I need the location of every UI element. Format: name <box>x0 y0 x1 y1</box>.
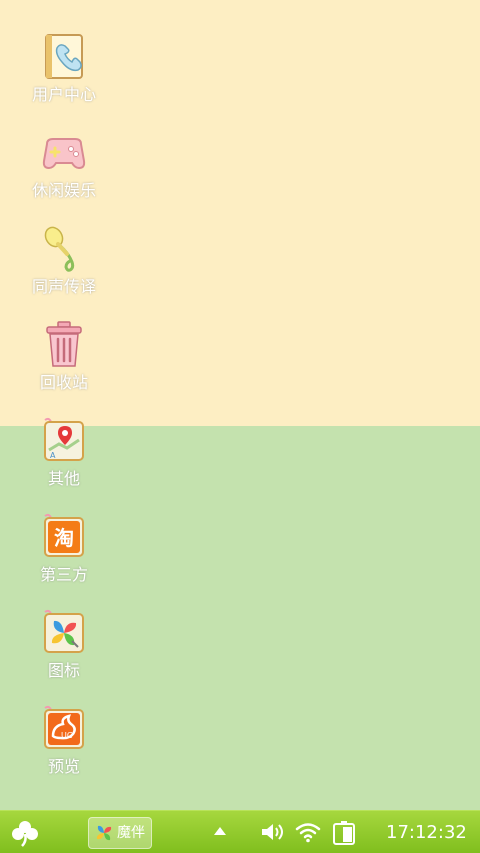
pinwheel-icon <box>96 825 112 841</box>
desktop-icon-label: 休闲娱乐 <box>31 181 96 200</box>
map-pin-icon: A <box>44 417 84 461</box>
desktop-icon-label: 第三方 <box>39 565 88 584</box>
svg-text:A: A <box>50 451 56 460</box>
desktop-icon-recycle-bin[interactable]: 回收站 <box>14 320 114 410</box>
desktop-icon-preview[interactable]: UC 预览 <box>14 704 114 794</box>
desktop: 用户中心 休闲娱乐 同声传译 回收站 A 其他 淘 第三方 图标 UC 预览 魔… <box>0 0 480 853</box>
desktop-icon-label: 其他 <box>47 469 80 488</box>
taskbar-clock: 17:12:32 <box>386 822 467 843</box>
desktop-icon-label: 预览 <box>47 757 80 776</box>
taobao-icon: 淘 <box>44 513 84 557</box>
wifi-icon[interactable] <box>294 820 322 844</box>
desktop-icon-entertainment[interactable]: 休闲娱乐 <box>14 128 114 218</box>
desktop-icon-other[interactable]: A 其他 <box>14 416 114 506</box>
triangle-up-icon[interactable] <box>212 824 228 838</box>
desktop-icon-third-party[interactable]: 淘 第三方 <box>14 512 114 602</box>
volume-icon[interactable] <box>260 821 286 843</box>
svg-text:UC: UC <box>61 731 73 740</box>
uc-browser-icon: UC <box>44 705 84 749</box>
desktop-icon-interpretation[interactable]: 同声传译 <box>14 224 114 314</box>
desktop-icon-icons[interactable]: 图标 <box>14 608 114 698</box>
desktop-icon-label: 同声传译 <box>31 277 96 296</box>
desktop-icon-label: 用户中心 <box>31 85 96 104</box>
svg-text:淘: 淘 <box>54 526 74 550</box>
gamepad-icon <box>42 138 86 170</box>
trash-icon <box>46 321 82 367</box>
pinwheel-icon <box>44 609 84 653</box>
desktop-icon-label: 图标 <box>47 661 80 680</box>
desktop-icon-label: 回收站 <box>39 373 88 392</box>
battery-icon[interactable] <box>330 820 358 846</box>
clover-icon[interactable] <box>10 819 40 847</box>
translate-icon <box>44 226 75 272</box>
desktop-icon-user-center[interactable]: 用户中心 <box>14 32 114 122</box>
taskbar-app-label: 魔伴 <box>117 825 145 841</box>
phone-book-icon <box>45 34 83 79</box>
taskbar-app-button[interactable]: 魔伴 <box>88 817 152 849</box>
taskbar: 魔伴 17:12:32 <box>0 810 480 853</box>
